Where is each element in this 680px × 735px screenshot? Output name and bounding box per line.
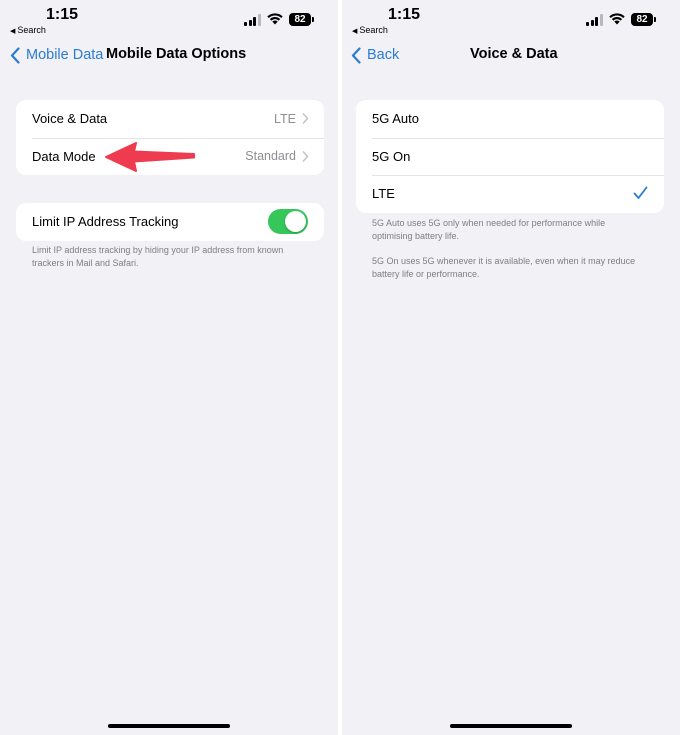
cellular-signal-icon [586, 14, 604, 26]
back-to-app-link[interactable]: ◀ Search [352, 25, 388, 35]
nav-back-button[interactable]: Mobile Data [10, 45, 103, 65]
option-5g-on[interactable]: 5G On [356, 137, 664, 176]
phone-screen-mobile-data-options: 1:15 ◀ Search 82 Mobile Data Mobile Data … [0, 0, 338, 735]
option-label: LTE [372, 186, 395, 202]
back-to-app-label: Search [359, 25, 388, 35]
wifi-icon [609, 13, 625, 25]
page-title: Voice & Data [470, 46, 558, 62]
nav-back-label: Back [367, 47, 400, 63]
chevron-right-icon [302, 150, 309, 162]
option-5g-auto[interactable]: 5G Auto [356, 100, 664, 138]
nav-back-button[interactable]: Back [351, 45, 399, 65]
back-triangle-icon: ◀ [10, 28, 16, 35]
annotation-arrow-icon [105, 142, 195, 172]
toggle-knob [285, 211, 306, 232]
network-mode-options: 5G Auto 5G On LTE [356, 100, 664, 213]
5g-auto-footnote: 5G Auto uses 5G only when needed for per… [372, 218, 606, 241]
voice-data-label: Voice & Data [32, 111, 108, 127]
phone-screen-voice-data: 1:15 ◀ Search 82 Back Voice & Data 5G Aut… [342, 0, 680, 735]
back-triangle-icon: ◀ [352, 28, 358, 35]
battery-icon: 82 [631, 13, 656, 26]
home-indicator[interactable] [108, 724, 230, 728]
5g-on-footnote: 5G On uses 5G whenever it is available, … [372, 256, 636, 279]
data-mode-value: Standard [245, 149, 296, 164]
status-time: 1:15 [46, 6, 79, 23]
checkmark-icon [633, 186, 648, 199]
nav-back-label: Mobile Data [26, 47, 104, 63]
cellular-signal-icon [244, 14, 262, 26]
option-label: 5G On [372, 148, 411, 164]
limit-ip-tracking-row: Limit IP Address Tracking [16, 203, 324, 241]
chevron-left-icon [351, 46, 361, 64]
voice-data-value: LTE [274, 111, 296, 126]
chevron-right-icon [302, 113, 309, 124]
option-label: 5G Auto [372, 111, 419, 127]
home-indicator[interactable] [450, 724, 572, 728]
limit-ip-tracking-toggle[interactable] [268, 209, 308, 234]
back-to-app-label: Search [17, 25, 46, 35]
data-mode-label: Data Mode [32, 148, 96, 164]
voice-data-row[interactable]: Voice & Data LTE [16, 100, 324, 138]
limit-ip-tracking-label: Limit IP Address Tracking [32, 214, 179, 230]
battery-icon: 82 [289, 13, 314, 26]
page-title: Mobile Data Options [106, 46, 247, 62]
chevron-left-icon [10, 46, 20, 64]
limit-ip-tracking-footnote: Limit IP address tracking by hiding your… [32, 245, 284, 268]
back-to-app-link[interactable]: ◀ Search [10, 25, 46, 35]
wifi-icon [267, 13, 283, 25]
privacy-settings-group: Limit IP Address Tracking [16, 203, 324, 241]
status-time: 1:15 [388, 6, 421, 23]
option-lte[interactable]: LTE [356, 175, 664, 213]
